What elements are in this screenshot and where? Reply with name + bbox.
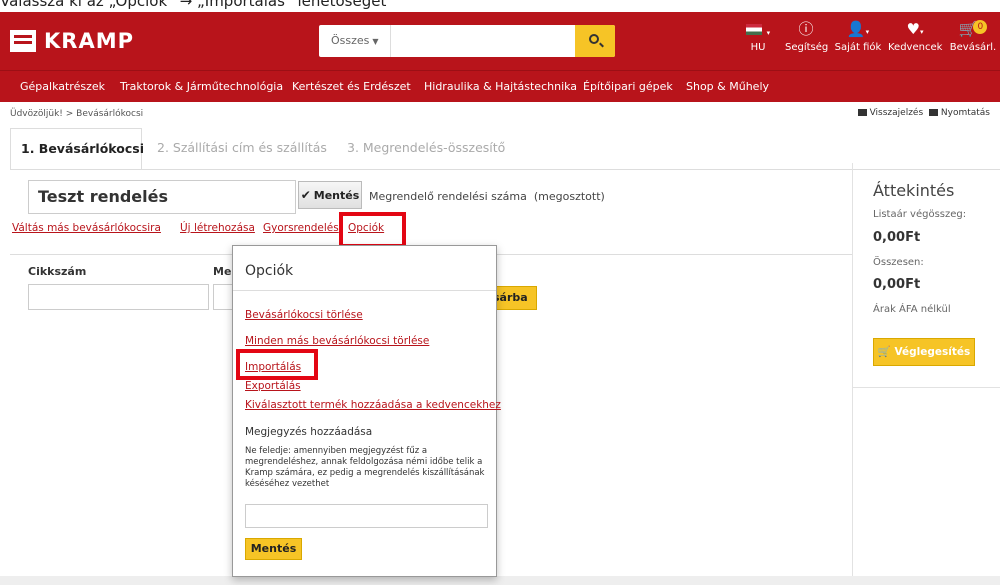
heart-icon: ♥ xyxy=(906,20,920,38)
search-scope-select[interactable]: Összes ▼ xyxy=(319,25,391,57)
favorites-link[interactable]: ♥▾ Kedvencek xyxy=(888,20,942,53)
print-icon xyxy=(928,109,938,116)
order-number-text: Megrendelő rendelési száma xyxy=(369,190,527,203)
delete-other-carts-link[interactable]: Minden más bevásárlókocsi törlése xyxy=(245,335,429,347)
menu-item-kerteszet[interactable]: Kertészet és Erdészet xyxy=(292,80,411,93)
user-icon: 👤 xyxy=(846,20,866,38)
list-total-label: Listaár végösszeg: xyxy=(873,209,967,220)
vat-note: Árak ÁFA nélkül xyxy=(873,304,951,315)
help-link[interactable]: ⓘ Segítség xyxy=(785,20,829,53)
delete-cart-link[interactable]: Bevásárlókocsi törlése xyxy=(245,309,363,321)
cart-count-badge: 0 xyxy=(973,20,988,34)
search-icon xyxy=(589,34,599,44)
account-label: Saját fiók xyxy=(834,42,882,53)
info-icon: ⓘ xyxy=(798,20,814,38)
menu-item-gepalkatreszek[interactable]: Gépalkatrészek xyxy=(20,80,105,93)
account-link[interactable]: 👤▾ Saját fiók xyxy=(832,20,884,53)
switch-cart-link[interactable]: Váltás más bevásárlókocsira xyxy=(12,222,161,234)
feedback-link[interactable]: Visszajelzés xyxy=(870,108,924,118)
tab-shipping[interactable]: 2. Szállítási cím és szállítás xyxy=(157,128,327,170)
chevron-down-icon: ▾ xyxy=(919,28,924,36)
feedback-icon xyxy=(857,109,867,116)
category-menu: Gépalkatrészek Traktorok & Járműtechnoló… xyxy=(0,70,1000,102)
kramp-logo-icon xyxy=(10,30,36,52)
note-warning: Ne feledje: amennyiben megjegyzést fűz a… xyxy=(245,446,485,489)
popup-divider xyxy=(233,290,496,291)
menu-item-shop[interactable]: Shop & Műhely xyxy=(686,80,769,93)
quantity-label: Me xyxy=(213,265,232,278)
brand-name: KRAMP xyxy=(44,29,134,53)
search-bar: Összes ▼ xyxy=(319,25,615,57)
cart-icon: 🛒 xyxy=(877,346,891,358)
finalize-button[interactable]: 🛒 Véglegesítés xyxy=(873,338,975,366)
popup-title: Opciók xyxy=(245,263,294,279)
favorites-label: Kedvencek xyxy=(888,42,943,53)
tab-cart[interactable]: 1. Bevásárlókocsi xyxy=(10,128,144,170)
chevron-down-icon: ▼ xyxy=(372,37,379,46)
create-new-link[interactable]: Új létrehozása xyxy=(180,222,255,234)
list-total-value: 0,00Ft xyxy=(873,230,921,245)
article-number-label: Cikkszám xyxy=(28,265,87,278)
options-popup: Opciók Bevásárlókocsi törlése Minden más… xyxy=(232,245,501,577)
kramp-logo[interactable]: KRAMP xyxy=(10,29,134,53)
total-label: Összesen: xyxy=(873,257,924,268)
site-header: KRAMP Összes ▼ ▾ HU ⓘ Segítség 👤▾ Saját f… xyxy=(0,12,1000,70)
quantity-input[interactable] xyxy=(213,284,233,310)
order-summary-panel: Áttekintés Listaár végösszeg: 0,00Ft Öss… xyxy=(852,163,1000,576)
search-input[interactable] xyxy=(392,28,572,54)
help-label: Segítség xyxy=(785,42,829,53)
shared-label: (megosztott) xyxy=(533,190,605,203)
cart-link[interactable]: 🛒0 Bevásárl. xyxy=(946,20,1000,53)
summary-title: Áttekintés xyxy=(873,181,955,200)
check-icon: ✔ xyxy=(300,188,311,202)
menu-item-hidraulika[interactable]: Hidraulika & Hajtástechnika xyxy=(424,80,577,93)
utility-links: Visszajelzés Nyomtatás xyxy=(857,108,990,118)
note-input[interactable] xyxy=(245,504,488,528)
instruction-caption: Válassza ki az „Opciók” → „Importálás” l… xyxy=(0,0,387,10)
summary-divider xyxy=(853,387,1000,388)
print-link[interactable]: Nyomtatás xyxy=(941,108,990,118)
finalize-label: Véglegesítés xyxy=(894,346,971,358)
chevron-down-icon: ▾ xyxy=(865,28,870,36)
tab-summary[interactable]: 3. Megrendelés-összesítő xyxy=(347,128,505,170)
search-scope-label: Összes xyxy=(331,34,370,47)
options-highlight-box xyxy=(339,212,406,248)
menu-item-epitoipari[interactable]: Építőipari gépek xyxy=(583,80,673,93)
chevron-down-icon: ▾ xyxy=(766,29,771,37)
save-label: Mentés xyxy=(313,189,360,202)
language-label: HU xyxy=(750,42,766,53)
note-heading: Megjegyzés hozzáadása xyxy=(245,426,373,438)
save-order-name-button[interactable]: ✔ Mentés xyxy=(298,181,362,209)
quick-order-link[interactable]: Gyorsrendelés xyxy=(263,222,339,234)
order-name-field[interactable]: Teszt rendelés xyxy=(28,180,296,214)
footer-strip xyxy=(0,576,1000,585)
flag-icon xyxy=(745,24,762,35)
save-note-button[interactable]: Mentés xyxy=(245,538,302,560)
search-button[interactable] xyxy=(575,25,615,57)
menu-item-traktorok[interactable]: Traktorok & Járműtechnológia xyxy=(120,80,283,93)
breadcrumb[interactable]: Üdvözöljük! > Bevásárlókocsi xyxy=(10,109,143,119)
export-link[interactable]: Exportálás xyxy=(245,380,301,392)
cart-label: Bevásárl. xyxy=(949,42,997,53)
add-to-favorites-link[interactable]: Kiválasztott termék hozzáadása a kedvenc… xyxy=(245,399,501,411)
import-highlight-box xyxy=(236,349,318,380)
article-number-input[interactable] xyxy=(28,284,209,310)
order-number-label: Megrendelő rendelési száma (megosztott) xyxy=(369,190,605,203)
total-value: 0,00Ft xyxy=(873,277,921,292)
language-selector[interactable]: ▾ HU xyxy=(743,20,773,53)
